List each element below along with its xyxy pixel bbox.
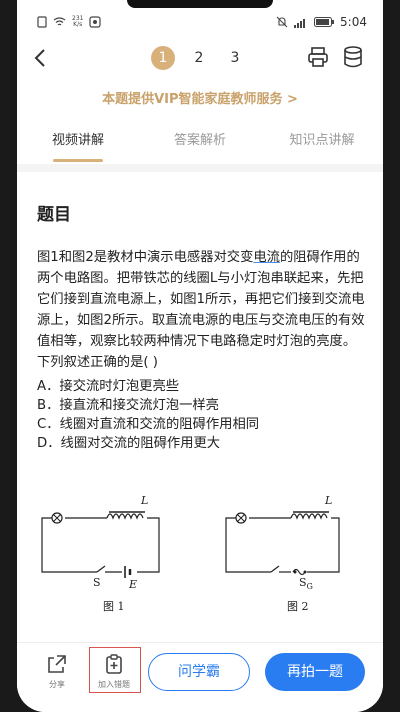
page-3-button[interactable]: 3 <box>223 46 247 70</box>
bottom-action-bar: 分享 加入错题 问学霸 再拍一题 <box>17 642 383 712</box>
tab-knowledge-points[interactable]: 知识点讲解 <box>261 126 383 162</box>
fig1-inductor-label: L <box>141 494 149 507</box>
fig2-caption: 图 2 <box>287 600 309 613</box>
clock: 5:04 <box>340 15 367 29</box>
database-icon[interactable] <box>343 45 363 69</box>
share-icon <box>48 655 66 673</box>
network-speed: 231 K/s <box>72 15 84 28</box>
share-button[interactable]: 分享 <box>35 653 79 690</box>
phone-screen: 231 K/s 5:04 1 2 3 本题提供VIP智能家庭教师服务 > 视频讲… <box>17 0 383 712</box>
fig1-switch-label: S <box>93 576 101 589</box>
sim-icon <box>37 16 47 28</box>
back-arrow-icon[interactable] <box>29 46 53 70</box>
page-1-button[interactable]: 1 <box>151 46 175 70</box>
add-to-wrongbook-label: 加入错题 <box>98 680 130 689</box>
circuit-diagrams: L S E 图 1 L SG 图 2 <box>37 494 340 620</box>
option-a: A．接交流时灯泡更亮些 <box>37 379 180 394</box>
ask-top-student-button[interactable]: 问学霸 <box>148 653 250 691</box>
add-to-wrongbook-button[interactable]: 加入错题 <box>92 653 136 690</box>
answer-options: A．接交流时灯泡更亮些 B．接直流和接交流灯泡一样亮 C．线圈对直流和交流的阻碍… <box>37 377 367 453</box>
question-text: 图1和图2是教材中演示电感器对交变电流的阻碍作用的两个电路图。把带铁芯的线圈L与… <box>37 250 365 370</box>
retake-photo-button[interactable]: 再拍一题 <box>265 653 365 691</box>
option-d: D．线圈对交流的阻碍作用更大 <box>37 436 221 451</box>
fig1-emf-label: E <box>129 578 138 591</box>
option-c: C．线圈对直流和交流的阻碍作用相同 <box>37 417 260 432</box>
fig1-caption: 图 1 <box>103 600 125 613</box>
mute-icon <box>276 16 288 28</box>
circuit-figure-1 <box>41 511 160 578</box>
section-divider <box>17 164 383 172</box>
tab-answer-analysis[interactable]: 答案解析 <box>139 126 261 162</box>
clipboard-plus-icon <box>106 654 122 674</box>
printer-icon[interactable] <box>307 46 329 68</box>
wifi-icon <box>53 17 66 26</box>
vip-tutor-banner[interactable]: 本题提供VIP智能家庭教师服务 > <box>17 88 383 107</box>
battery-icon <box>314 17 335 27</box>
share-label: 分享 <box>49 680 65 689</box>
circuit-figure-2 <box>225 511 340 576</box>
question-pager: 1 2 3 <box>151 46 247 70</box>
question-heading: 题目 <box>37 205 71 225</box>
tab-video-explanation[interactable]: 视频讲解 <box>17 126 139 162</box>
tab-bar: 视频讲解 答案解析 知识点讲解 <box>17 126 383 162</box>
option-b: B．接直流和接交流灯泡一样亮 <box>37 398 219 413</box>
signal-icon <box>294 18 306 28</box>
top-nav: 1 2 3 <box>17 40 383 76</box>
question-content: 题目 图1和图2是教材中演示电感器对交变电流的阻碍作用的两个电路图。把带铁芯的线… <box>37 200 367 453</box>
fig2-inductor-label: L <box>325 494 333 507</box>
status-bar: 231 K/s 5:04 <box>17 0 383 44</box>
fig2-ac-label: SG <box>299 576 313 592</box>
page-2-button[interactable]: 2 <box>187 46 211 70</box>
notification-icon <box>89 16 102 28</box>
